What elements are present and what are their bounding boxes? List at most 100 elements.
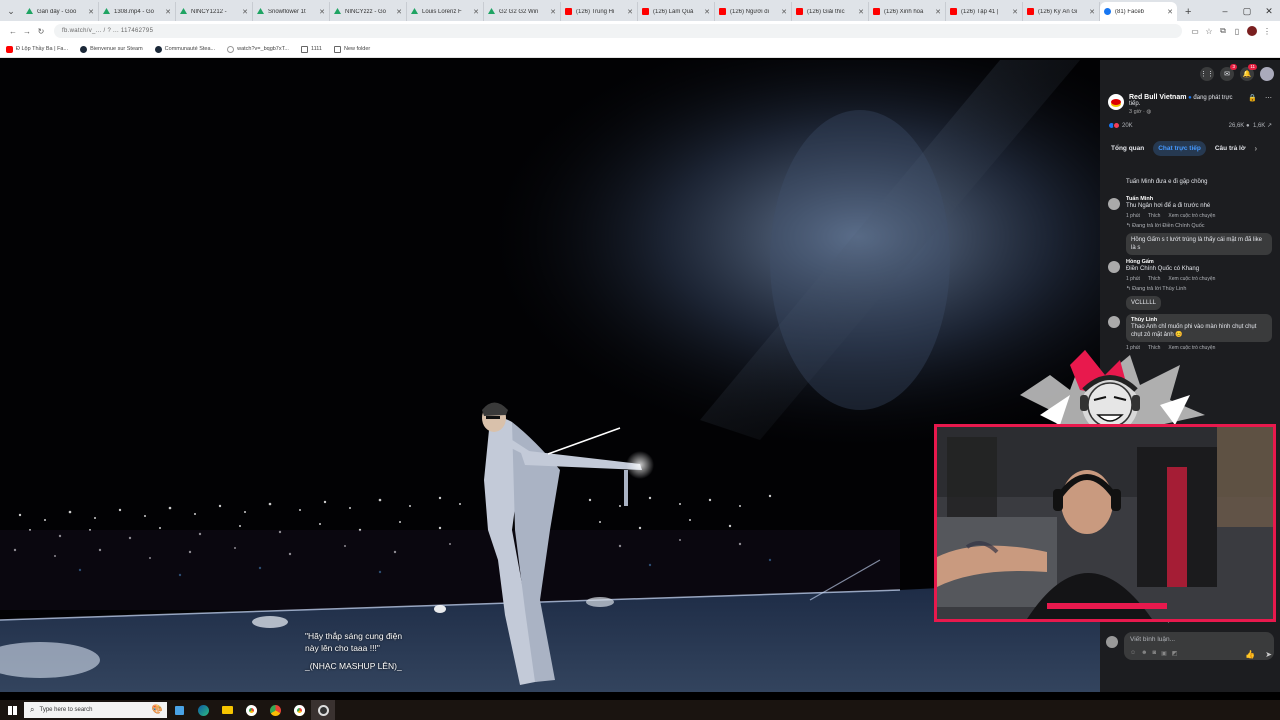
post-time[interactable]: 3 giờ · — [1129, 109, 1146, 115]
tab-close-icon[interactable]: ✕ — [1012, 8, 1018, 16]
lock-icon[interactable]: 🔒 — [1248, 94, 1257, 115]
sticker-icon[interactable]: ◩ — [1172, 650, 1178, 657]
browser-tab[interactable]: (126) Trung Hi ✕ — [561, 2, 638, 21]
tab-close-icon[interactable]: ✕ — [165, 8, 171, 16]
sidepanel-icon[interactable]: ▯ — [1230, 27, 1244, 36]
youtube-icon — [6, 45, 13, 53]
camera-icon[interactable]: ◙ — [1152, 650, 1156, 657]
gif-icon[interactable]: ▣ — [1161, 650, 1167, 657]
comment-action[interactable]: Xem cuộc trò chuyện — [1168, 213, 1215, 219]
bookmark-item[interactable]: 1111 — [300, 45, 322, 53]
more-options-icon[interactable]: ⋯ — [1265, 94, 1272, 115]
browser-tab[interactable]: Gần đây - Goo ✕ — [22, 2, 99, 21]
cast-icon[interactable]: ▭ — [1188, 27, 1202, 36]
comment-action[interactable]: Xem cuộc trò chuyện — [1168, 276, 1215, 282]
page-name[interactable]: Red Bull Vietnam — [1129, 94, 1186, 101]
reload-icon[interactable]: ↻ — [34, 27, 48, 36]
live-tab[interactable]: Chat trực tiếp — [1153, 141, 1206, 156]
emoji-icon[interactable]: ☻ — [1141, 650, 1147, 657]
browser-tab[interactable]: Louis Lorenz F ✕ — [407, 2, 484, 21]
send-icon[interactable]: ➤ — [1265, 650, 1272, 659]
commenter-avatar[interactable] — [1108, 261, 1120, 273]
youtube-icon — [873, 8, 880, 15]
thumbs-up-icon[interactable]: 👍 — [1245, 650, 1255, 659]
tab-title: (126) Tập 41 | — [961, 8, 999, 15]
comment-action[interactable]: Thích — [1148, 276, 1161, 282]
browser-tab[interactable]: (81) Faceb ✕ — [1100, 2, 1177, 21]
tab-close-icon[interactable]: ✕ — [550, 8, 556, 16]
share-count[interactable]: 1,6K — [1253, 123, 1265, 129]
browser-tab[interactable]: Snowflower 1t ✕ — [253, 2, 330, 21]
tab-close-icon[interactable]: ✕ — [1089, 8, 1095, 16]
tab-title: Gần đây - Goo — [37, 8, 77, 15]
browser-tab[interactable]: NINCYzzz - Go ✕ — [330, 2, 407, 21]
tab-close-icon[interactable]: ✕ — [1167, 8, 1173, 16]
taskbar-search[interactable]: ⌕ Type here to search 🎨 — [24, 702, 167, 718]
browser-tab[interactable]: (126) Giải thíc ✕ — [792, 2, 869, 21]
star-icon[interactable]: ☆ — [1202, 27, 1216, 36]
browser-tab[interactable]: G2 G2 G2 Win ✕ — [484, 2, 561, 21]
live-tabs: Tổng quan Chat trực tiếp Câu trả lờ › — [1100, 129, 1280, 156]
tab-close-icon[interactable]: ✕ — [935, 8, 941, 16]
live-tab[interactable]: Câu trả lờ — [1210, 141, 1251, 156]
file-explorer-icon[interactable] — [215, 700, 239, 720]
account-avatar[interactable] — [1260, 67, 1274, 81]
browser-tab[interactable]: (126) Người đi ✕ — [715, 2, 792, 21]
tab-close-icon[interactable]: ✕ — [704, 8, 710, 16]
browser-tab[interactable]: NINCY1212 - ✕ — [176, 2, 253, 21]
menu-grid-icon[interactable]: ⋮⋮ — [1200, 67, 1214, 81]
commenter-avatar[interactable] — [1108, 316, 1120, 328]
chrome-alt-icon[interactable] — [287, 700, 311, 720]
browser-tab[interactable]: (126) Làm Quả ✕ — [638, 2, 715, 21]
bookmark-item[interactable]: watch?v=_bqgb7xT... — [227, 45, 289, 53]
back-icon[interactable]: ← — [6, 27, 20, 36]
browser-tab[interactable]: (126) Kỳ Án Gi ✕ — [1023, 2, 1100, 21]
minimize-icon[interactable]: – — [1214, 6, 1236, 21]
tab-close-icon[interactable]: ✕ — [242, 8, 248, 16]
forward-icon[interactable]: → — [20, 27, 34, 36]
close-window-icon[interactable]: ✕ — [1258, 6, 1280, 21]
extensions-icon[interactable]: ⧉ — [1216, 26, 1230, 36]
chrome-icon[interactable] — [239, 700, 263, 720]
comment-action[interactable]: 1 phút — [1126, 276, 1140, 282]
maximize-icon[interactable]: ▢ — [1236, 6, 1258, 21]
notifications-icon[interactable]: 🔔 11 — [1240, 64, 1257, 81]
taskview-icon[interactable] — [167, 700, 191, 720]
edge-icon[interactable] — [191, 700, 215, 720]
bookmark-item[interactable]: Communauté Stea... — [154, 45, 215, 53]
messenger-icon[interactable]: ✉ 3 — [1220, 64, 1237, 81]
tab-search-icon[interactable]: ⌄ — [3, 3, 19, 19]
comment-action[interactable]: Thích — [1148, 213, 1161, 219]
url-field[interactable]: fb.watch/v_... / ? ... 117462795 — [54, 24, 1182, 38]
tab-close-icon[interactable]: ✕ — [88, 8, 94, 16]
bookmark-item[interactable]: Đ Lộp Thầy Ba | Fa... — [6, 45, 69, 53]
profile-avatar[interactable] — [1247, 26, 1257, 36]
tabs-next-icon[interactable]: › — [1255, 141, 1258, 156]
bookmark-label: Đ Lộp Thầy Ba | Fa... — [16, 46, 69, 52]
google-drive-icon — [103, 8, 110, 14]
menu-icon[interactable]: ⋮ — [1260, 27, 1274, 36]
tab-close-icon[interactable]: ✕ — [319, 8, 325, 16]
bookmark-item[interactable]: New folder — [333, 45, 370, 53]
commenter-avatar[interactable] — [1108, 198, 1120, 210]
tab-close-icon[interactable]: ✕ — [473, 8, 479, 16]
comment-action[interactable]: 1 phút — [1126, 213, 1140, 219]
start-button[interactable] — [0, 700, 24, 720]
browser-tab[interactable]: (126) Tập 41 | ✕ — [946, 2, 1023, 21]
browser-tab[interactable]: (126) Xinh hoa ✕ — [869, 2, 946, 21]
tab-title: G2 G2 G2 Win — [499, 8, 539, 15]
bookmark-item[interactable]: Bienvenue sur Steam — [80, 45, 143, 53]
new-tab-button[interactable]: + — [1177, 6, 1199, 21]
obs-icon[interactable] — [311, 700, 335, 720]
avatar-sticker-icon[interactable]: ☺ — [1130, 650, 1136, 657]
youtube-icon — [796, 8, 803, 15]
tab-close-icon[interactable]: ✕ — [627, 8, 633, 16]
tab-close-icon[interactable]: ✕ — [781, 8, 787, 16]
live-tab[interactable]: Tổng quan — [1106, 141, 1149, 156]
reaction-count[interactable]: 20K — [1122, 123, 1133, 129]
red-bull-logo-icon[interactable] — [1108, 94, 1124, 110]
tab-close-icon[interactable]: ✕ — [396, 8, 402, 16]
browser-tab[interactable]: 1308.mp4 - Go ✕ — [99, 2, 176, 21]
chrome-profile-icon[interactable] — [263, 700, 287, 720]
tab-close-icon[interactable]: ✕ — [858, 8, 864, 16]
